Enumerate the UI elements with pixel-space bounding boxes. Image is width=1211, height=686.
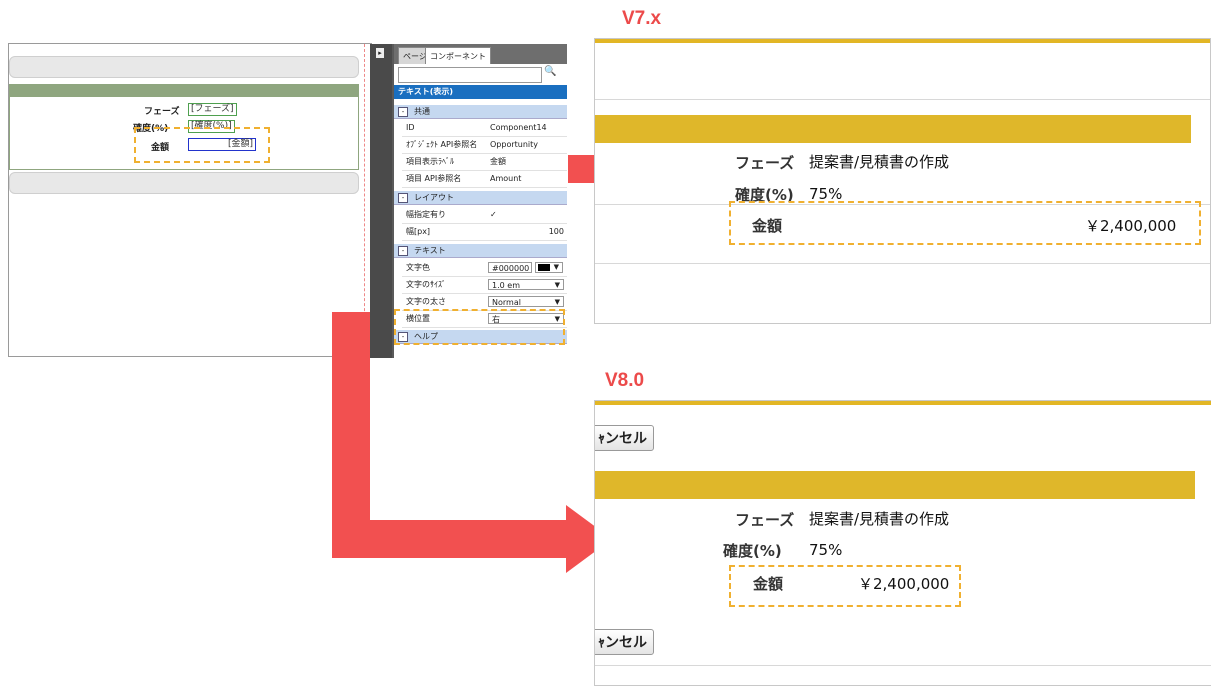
color-picker[interactable]: ▼: [535, 262, 563, 273]
collapse-icon[interactable]: -: [398, 192, 408, 203]
designer-label-phase: フェーズ: [144, 107, 180, 117]
panel-tab-bar: ページ コンポーネント: [394, 44, 567, 65]
tab-component[interactable]: コンポーネント: [425, 47, 491, 65]
prop-value[interactable]: 金額: [490, 154, 564, 170]
property-panel: ▸ ページ コンポーネント 🔍 テキスト(表示) - 共通 ID Component…: [370, 44, 567, 358]
section-common-label: 共通: [414, 107, 430, 116]
v8-section-header: [595, 471, 1195, 499]
v7-value-phase: 提案書/見積書の作成: [809, 153, 950, 171]
canvas-form-section: フェーズ [フェーズ] 確度(%) [確度(%)] 金額 [金額]: [9, 84, 359, 170]
prop-row-width-flag: 幅指定有り ✓: [402, 207, 567, 224]
v8-label-phase: フェーズ: [735, 511, 795, 529]
cancel-button-bottom[interactable]: ｬンセル: [595, 629, 654, 655]
prop-key: 項目 API参照名: [406, 174, 462, 183]
section-layout-label: レイアウト: [414, 193, 454, 202]
prop-key: 文字色: [406, 263, 430, 272]
chevron-down-icon: ▼: [554, 281, 560, 289]
color-swatch: [538, 264, 550, 271]
canvas-header-bar: [9, 56, 359, 78]
designer-highlight-frame: [134, 127, 270, 163]
prop-key: 文字の太さ: [406, 297, 446, 306]
v8-label-probability: 確度(%): [723, 542, 782, 560]
v8-highlight-frame: [729, 565, 961, 607]
v8-value-phase: 提案書/見積書の作成: [809, 510, 950, 528]
chevron-down-icon: ▼: [554, 298, 560, 306]
search-icon[interactable]: 🔍: [544, 66, 556, 77]
prop-row-object: ｵﾌﾞｼﾞｪｸﾄ API参照名 Opportunity: [402, 137, 567, 154]
select-value: 1.0 em: [492, 281, 520, 290]
section-common[interactable]: - 共通: [394, 105, 567, 119]
collapse-icon[interactable]: -: [398, 106, 408, 117]
prop-value[interactable]: Component14: [490, 120, 564, 136]
prop-key: 幅[px]: [406, 227, 431, 236]
prop-row-api: 項目 API参照名 Amount: [402, 171, 567, 188]
font-weight-select[interactable]: Normal ▼: [488, 296, 564, 307]
checkbox-checked[interactable]: ✓: [490, 207, 564, 223]
chevron-down-icon: ▼: [553, 263, 559, 271]
cancel-button-top[interactable]: ｬンセル: [595, 425, 654, 451]
v8-screenshot: ｬンセル フェーズ 提案書/見積書の作成 確度(%) 75% 金額 ￥2,400…: [594, 400, 1211, 686]
select-value: Normal: [492, 298, 521, 307]
color-input[interactable]: #000000: [488, 262, 532, 273]
prop-row-label: 項目表示ﾗﾍﾞﾙ 金額: [402, 154, 567, 171]
version-label-v8: V8.0: [605, 370, 645, 391]
designer-canvas: フェーズ [フェーズ] 確度(%) [確度(%)] 金額 [金額]: [8, 43, 372, 357]
prop-key: ID: [406, 123, 415, 132]
v7-section-header: [595, 115, 1191, 143]
font-size-select[interactable]: 1.0 em ▼: [488, 279, 564, 290]
v7-divider-bottom: [595, 263, 1210, 264]
section-text[interactable]: - テキスト: [394, 244, 567, 258]
section-layout[interactable]: - レイアウト: [394, 191, 567, 205]
search-input[interactable]: [398, 67, 542, 83]
prop-key: 幅指定有り: [406, 210, 446, 219]
prop-key: 項目表示ﾗﾍﾞﾙ: [406, 157, 454, 166]
canvas-form-header: [10, 85, 358, 97]
prop-row-width: 幅[px] 100: [402, 224, 567, 241]
collapse-icon[interactable]: -: [398, 245, 408, 256]
v7-screenshot: フェーズ 提案書/見積書の作成 確度(%) 75% 金額 ￥2,400,000: [594, 38, 1211, 324]
v7-label-phase: フェーズ: [735, 154, 795, 172]
v7-divider: [595, 99, 1210, 100]
prop-row-color: 文字色 #000000 ▼: [402, 260, 567, 277]
prop-value[interactable]: Opportunity: [490, 137, 564, 153]
version-label-v7: V7.x: [622, 8, 662, 29]
prop-value[interactable]: 100: [490, 224, 564, 240]
designer-field-phase[interactable]: [フェーズ]: [188, 103, 237, 116]
prop-key: 文字のｻｲｽﾞ: [406, 280, 446, 289]
prop-key: ｵﾌﾞｼﾞｪｸﾄ API参照名: [406, 140, 478, 149]
prop-row-size: 文字のｻｲｽﾞ 1.0 em ▼: [402, 277, 567, 294]
prop-value[interactable]: Amount: [490, 171, 564, 187]
v8-top-accent: [595, 401, 1211, 405]
v7-top-accent: [595, 39, 1210, 43]
panel-highlight-frame: [394, 309, 565, 345]
prop-row-id: ID Component14: [402, 120, 567, 137]
panel-collapse-strip[interactable]: ▸: [370, 44, 392, 358]
v7-highlight-frame: [729, 201, 1201, 245]
v8-divider-bottom: [595, 665, 1211, 666]
section-text-label: テキスト: [414, 246, 446, 255]
canvas-footer-bar: [9, 172, 359, 194]
expand-arrow-icon[interactable]: ▸: [376, 48, 384, 58]
v8-value-probability: 75%: [809, 541, 843, 559]
arrow-v8-horizontal: [332, 520, 568, 558]
panel-title: テキスト(表示): [394, 85, 567, 99]
